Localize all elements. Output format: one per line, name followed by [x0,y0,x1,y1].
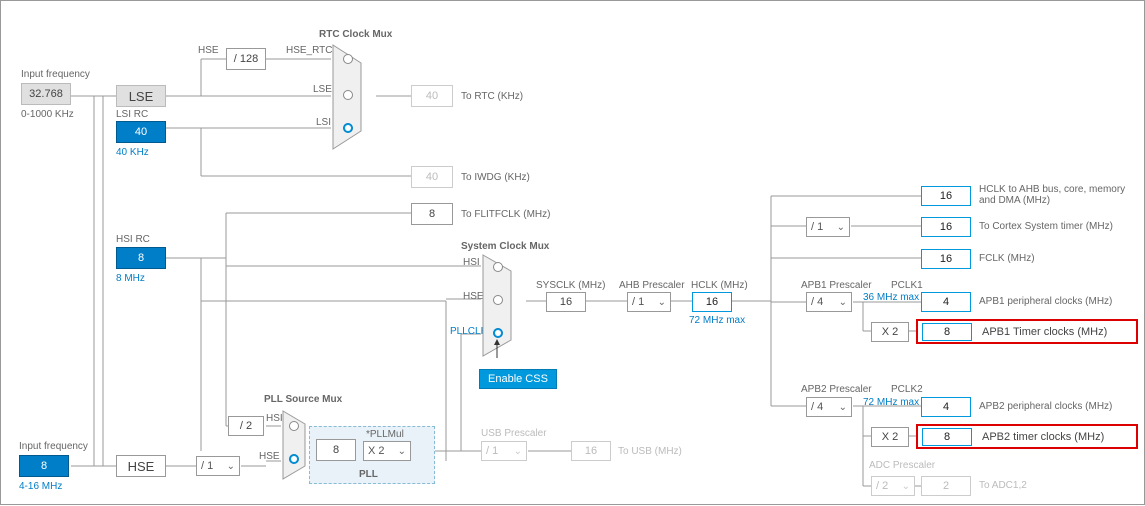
apb2-prescaler-select[interactable]: / 4 [806,397,852,417]
adc-output-value: 2 [921,476,971,496]
hse-label-small: HSE [198,45,219,56]
hclk-value[interactable]: 16 [692,292,732,312]
sysmux-option-hsi[interactable] [493,262,503,272]
apb2-timer-output[interactable]: 8 [922,428,972,446]
enable-css-button[interactable]: Enable CSS [479,369,557,389]
cortex-output-label: To Cortex System timer (MHz) [979,221,1113,232]
rtc-output-label: To RTC (KHz) [461,91,523,102]
lsi-unit: 40 KHz [116,147,149,158]
usb-output-label: To USB (MHz) [618,446,682,457]
pllmux-hse-label: HSE [259,451,280,462]
lse-block: LSE [116,85,166,107]
apb1-timer-label: APB1 Timer clocks (MHz) [982,326,1107,338]
sysclk-value: 16 [546,292,586,312]
rtc-mux-option-lse[interactable] [343,90,353,100]
flitfclk-value: 8 [411,203,453,225]
cortex-output[interactable]: 16 [921,217,971,237]
input-frequency-range: 0-1000 KHz [21,109,74,120]
apb2-pclk-label: PCLK2 [891,384,923,395]
adc-output-label: To ADC1,2 [979,480,1027,491]
fclk-output-label: FCLK (MHz) [979,253,1035,264]
hsi-value: 8 [116,247,166,269]
sysmux-option-hse[interactable] [493,295,503,305]
apb1-timer-mul: X 2 [871,322,909,342]
hsi-rc-label: HSI RC [116,234,150,245]
sysmux-hsi-label: HSI [463,257,480,268]
apb2-prescaler-label: APB2 Prescaler [801,384,872,395]
system-clock-mux-title: System Clock Mux [461,241,549,252]
lse-label-small: LSE [313,84,332,95]
input-frequency-label: Input frequency [21,69,90,80]
clock-diagram: Input frequency 32.768 0-1000 KHz Input … [0,0,1145,505]
hclk-ahb-output-label: HCLK to AHB bus, core, memory and DMA (M… [979,184,1129,206]
sysclk-label: SYSCLK (MHz) [536,280,605,291]
hse-rtc-divider: / 128 [226,48,266,70]
pll-label: PLL [359,469,378,480]
apb1-periph-output[interactable]: 4 [921,292,971,312]
hse-input-frequency-label: Input frequency [19,441,88,452]
apb2-periph-output[interactable]: 4 [921,397,971,417]
rtc-mux-option-hse[interactable] [343,54,353,64]
apb1-timer-row: 8 APB1 Timer clocks (MHz) [916,319,1138,344]
iwdg-output-label: To IWDG (KHz) [461,172,530,183]
hsi-pll-div2: / 2 [228,416,264,436]
pllmux-option-hse[interactable] [289,454,299,464]
lsi-rc-label: LSI RC [116,109,148,120]
pll-mul-label: *PLLMul [366,429,404,440]
lsi-value: 40 [116,121,166,143]
apb1-prescaler-label: APB1 Prescaler [801,280,872,291]
hclk-max-label: 72 MHz max [689,315,745,326]
apb2-periph-label: APB2 peripheral clocks (MHz) [979,401,1112,412]
rtc-mux-option-lsi[interactable] [343,123,353,133]
sysmux-option-pllclk[interactable] [493,328,503,338]
input-frequency-value[interactable]: 32.768 [21,83,71,105]
hse-pll-prescaler[interactable]: / 1 [196,456,240,476]
iwdg-output-value: 40 [411,166,453,188]
flitfclk-label: To FLITFCLK (MHz) [461,209,550,220]
usb-prescaler-select[interactable]: / 1 [481,441,527,461]
apb1-pclk-label: PCLK1 [891,280,923,291]
hse-rtc-label: HSE_RTC [286,45,333,56]
apb2-timer-mul: X 2 [871,427,909,447]
apb1-periph-label: APB1 peripheral clocks (MHz) [979,296,1112,307]
pll-mul-select[interactable]: X 2 [363,441,411,461]
apb2-timer-label: APB2 timer clocks (MHz) [982,431,1104,443]
hsi-unit: 8 MHz [116,273,145,284]
pll-source-mux-title: PLL Source Mux [264,394,342,405]
adc-prescaler-select[interactable]: / 2 [871,476,915,496]
usb-output-value: 16 [571,441,611,461]
fclk-output[interactable]: 16 [921,249,971,269]
ahb-prescaler-label: AHB Prescaler [619,280,685,291]
apb1-prescaler-select[interactable]: / 4 [806,292,852,312]
hclk-label: HCLK (MHz) [691,280,748,291]
pllmux-option-hsi[interactable] [289,421,299,431]
lsi-label-small: LSI [316,117,331,128]
apb2-max-label: 72 MHz max [863,397,919,408]
hse-block: HSE [116,455,166,477]
cortex-prescaler[interactable]: / 1 [806,217,850,237]
adc-prescaler-label: ADC Prescaler [869,460,935,471]
ahb-prescaler-select[interactable]: / 1 [627,292,671,312]
hse-input-range: 4-16 MHz [19,481,62,492]
apb1-timer-output[interactable]: 8 [922,323,972,341]
pll-input-value: 8 [316,439,356,461]
rtc-output-value: 40 [411,85,453,107]
apb1-max-label: 36 MHz max [863,292,919,303]
hclk-ahb-output[interactable]: 16 [921,186,971,206]
hse-input-value[interactable]: 8 [19,455,69,477]
usb-prescaler-label: USB Prescaler [481,428,547,439]
rtc-mux-title: RTC Clock Mux [319,29,392,40]
apb2-timer-row: 8 APB2 timer clocks (MHz) [916,424,1138,449]
